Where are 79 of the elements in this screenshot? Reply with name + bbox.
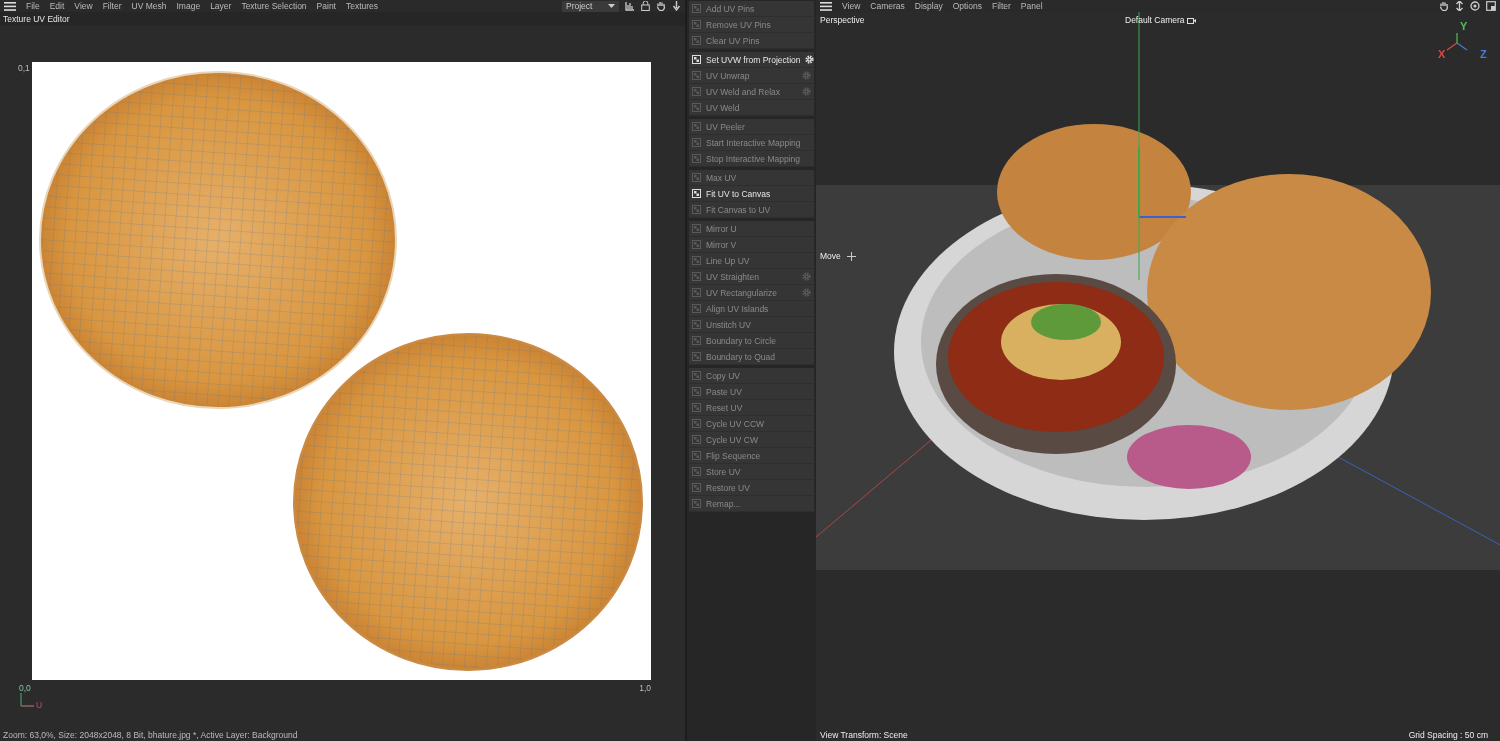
menu-item[interactable]: Image — [176, 1, 201, 11]
command-icon — [692, 419, 701, 428]
hand-icon[interactable] — [656, 1, 666, 11]
status-text: Zoom: 63,0%, Size: 2048x2048, 8 Bit, bhature.jpg *, Active Layer: Background — [2, 730, 299, 741]
command-icon — [692, 189, 701, 198]
command-icon — [692, 173, 701, 182]
tool-label: Move — [820, 251, 856, 261]
uv-axis-icon — [20, 693, 34, 707]
command-icon — [692, 451, 701, 460]
menu-icon[interactable] — [820, 1, 832, 11]
menu-item[interactable]: Display — [914, 1, 943, 11]
command-icon — [692, 55, 701, 64]
down-arrow-icon[interactable] — [672, 1, 681, 11]
view-transform-label: View Transform: Scene — [820, 730, 908, 740]
axis-gizmo-icon — [1446, 33, 1468, 51]
command-icon — [692, 288, 701, 297]
axis-label: U — [36, 700, 43, 710]
menu-item[interactable]: View — [74, 1, 93, 11]
command-icon — [692, 467, 701, 476]
bar-chart-icon[interactable] — [625, 1, 635, 11]
menu-item[interactable]: Filter — [102, 1, 122, 11]
command-icon — [692, 403, 701, 412]
menu-item[interactable]: File — [26, 1, 40, 11]
command-item[interactable]: Set UVW from Projection — [689, 52, 814, 68]
axis-label: Z — [1480, 48, 1487, 60]
move-icon — [846, 251, 856, 261]
command-icon — [692, 4, 701, 13]
grid-spacing-label: Grid Spacing : 50 cm — [1408, 730, 1488, 740]
menu-item[interactable]: Edit — [49, 1, 65, 11]
coordinate-label: 0,0 — [19, 683, 31, 693]
command-icon — [692, 103, 701, 112]
menu-item[interactable]: Layer — [210, 1, 232, 11]
command-icon — [692, 272, 701, 281]
menu-item[interactable]: Options — [952, 1, 982, 11]
command-icon — [692, 371, 701, 380]
move-arrows-icon[interactable] — [1455, 1, 1464, 11]
hand-icon[interactable] — [1439, 1, 1449, 11]
command-icon — [692, 240, 701, 249]
coordinate-label: 0,1 — [18, 63, 30, 73]
menu-item[interactable]: Filter — [991, 1, 1011, 11]
panel-title: Texture UV Editor — [0, 12, 685, 26]
menu-item[interactable]: Panel — [1020, 1, 1043, 11]
camera-label[interactable]: Default Camera — [1125, 15, 1196, 25]
layout-dropdown[interactable]: Project — [562, 0, 619, 12]
command-icon — [692, 320, 701, 329]
menu-item[interactable]: View — [842, 1, 861, 11]
command-icon — [692, 387, 701, 396]
menu-icon[interactable] — [4, 1, 16, 11]
window-icon[interactable] — [1486, 1, 1496, 11]
orbit-icon[interactable] — [1470, 1, 1480, 11]
command-icon — [692, 256, 701, 265]
command-icon — [692, 138, 701, 147]
menu-item[interactable]: Textures — [345, 1, 379, 11]
command-icon — [692, 435, 701, 444]
axis-label: Y — [1460, 20, 1468, 32]
camera-icon — [1186, 16, 1196, 24]
axis-label: X — [1438, 48, 1446, 60]
coordinate-label: 1,0 — [639, 683, 651, 693]
menu-item[interactable]: Paint — [316, 1, 336, 11]
command-icon — [692, 87, 701, 96]
command-item[interactable]: Fit UV to Canvas — [689, 186, 814, 202]
command-icon — [692, 224, 701, 233]
command-icon — [692, 336, 701, 345]
menu-item[interactable]: UV Mesh — [131, 1, 167, 11]
command-icon — [692, 304, 701, 313]
menu-item[interactable]: Texture Selection — [241, 1, 307, 11]
command-icon — [692, 154, 701, 163]
command-icon — [692, 122, 701, 131]
command-icon — [692, 36, 701, 45]
view-name: Perspective — [820, 15, 865, 25]
command-icon — [692, 20, 701, 29]
command-icon — [692, 71, 701, 80]
menu-item[interactable]: Cameras — [870, 1, 905, 11]
caret-icon — [608, 4, 615, 8]
command-icon — [692, 499, 701, 508]
command-icon — [692, 205, 701, 214]
lock-icon[interactable] — [641, 1, 650, 11]
command-icon — [692, 352, 701, 361]
command-icon — [692, 483, 701, 492]
